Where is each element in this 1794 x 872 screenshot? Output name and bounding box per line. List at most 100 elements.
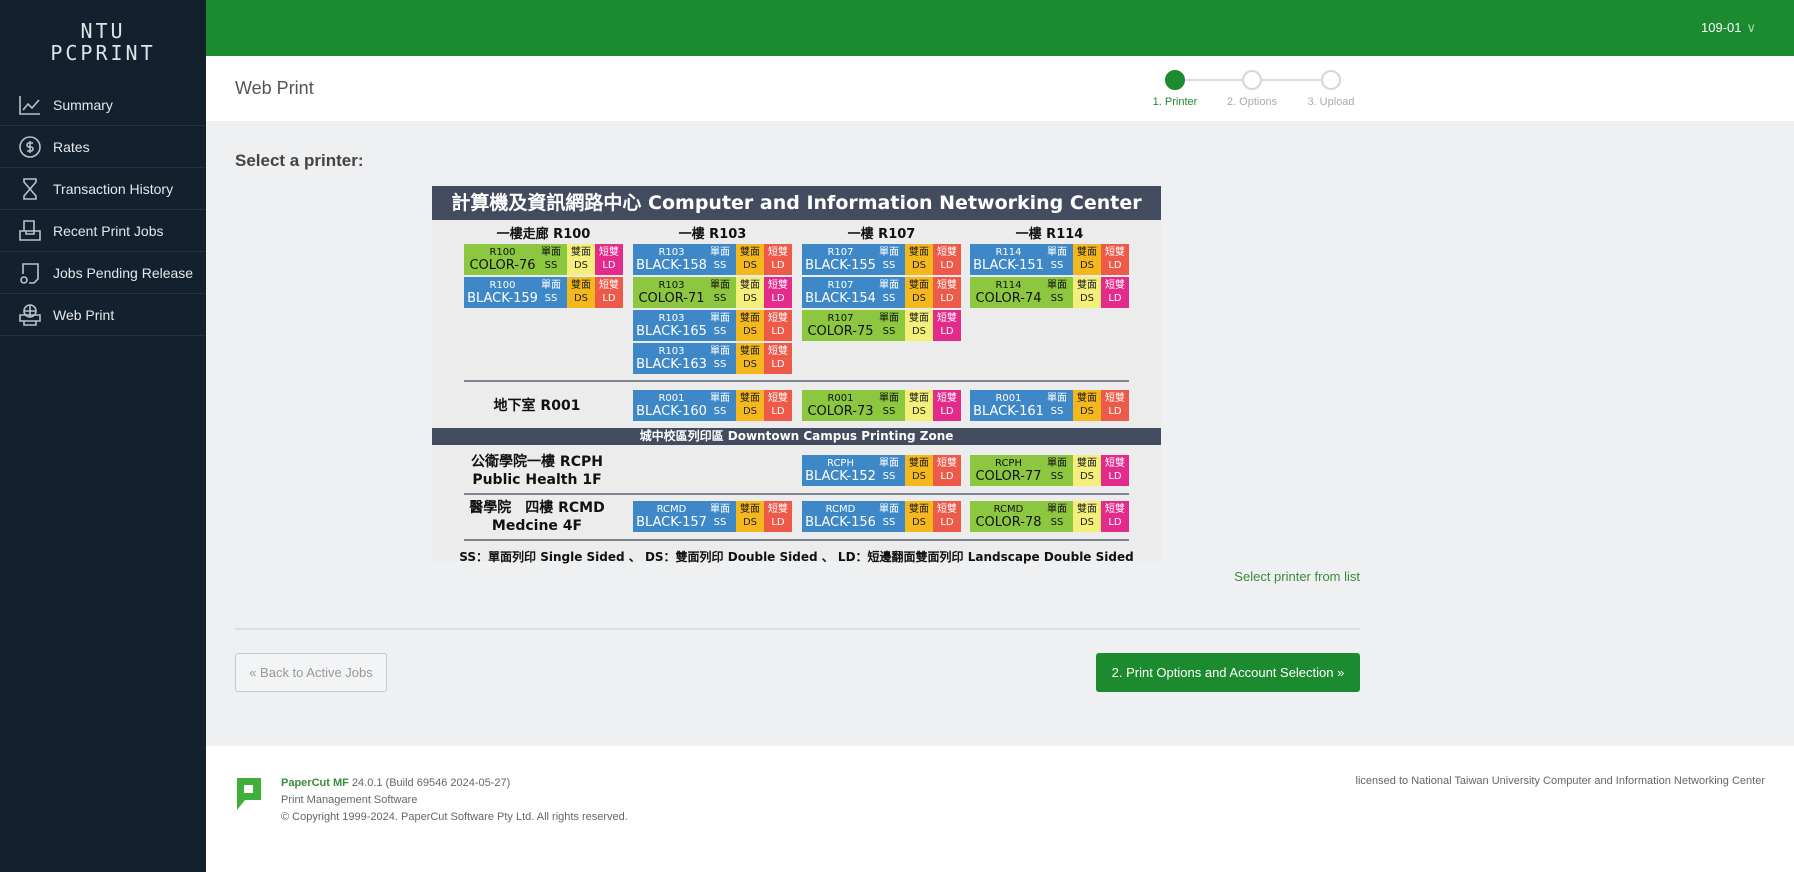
printer-tile-color-71[interactable]: R103 COLOR-71 單面 SS 雙面 DS 短雙 LD (633, 277, 792, 308)
printer-name: RCMD BLACK-157 單面 SS (633, 501, 736, 532)
printer-tile-color-76[interactable]: R100 COLOR-76 單面 SS 雙面 DS 短雙 LD (464, 244, 623, 275)
landscape-double: 短雙 LD (595, 277, 623, 308)
landscape-double: 短雙 LD (764, 390, 792, 421)
page-title: Web Print (235, 78, 314, 98)
printer-name: R103 BLACK-165 單面 SS (633, 310, 736, 341)
landscape-double: 短雙 LD (1101, 244, 1129, 275)
sidebar: NTU PCPRINT Summary Rates Transaction His… (0, 0, 206, 872)
divider (464, 539, 1129, 541)
single-sided: 單面 SS (879, 313, 899, 337)
map-title: 計算機及資訊網路中心 Computer and Information Netw… (432, 186, 1161, 220)
print-options-next-button[interactable]: 2. Print Options and Account Selection » (1096, 653, 1360, 692)
web-printer-icon (19, 303, 41, 326)
single-sided: 單面 SS (879, 458, 899, 482)
double-sided: 雙面 DS (1073, 390, 1101, 421)
double-sided: 雙面 DS (736, 390, 764, 421)
single-sided: 單面 SS (879, 393, 899, 417)
printer-name: R100 BLACK-159 單面 SS (464, 277, 567, 308)
basement-label: 地下室 R001 (493, 398, 581, 414)
printer-name: RCPH COLOR-77 單面 SS (970, 455, 1073, 486)
printer-name: R103 COLOR-71 單面 SS (633, 277, 736, 308)
landscape-double: 短雙 LD (933, 277, 961, 308)
column-header: 一樓 R103 (678, 227, 747, 242)
printer-name: R001 BLACK-161 單面 SS (970, 390, 1073, 421)
step-2-label: 2. Options (1226, 96, 1278, 108)
printer-tile-color-73[interactable]: R001 COLOR-73 單面 SS 雙面 DS 短雙 LD (802, 390, 961, 421)
printer-tile-color-74[interactable]: R114 COLOR-74 單面 SS 雙面 DS 短雙 LD (970, 277, 1129, 308)
printer-name: RCPH BLACK-152 單面 SS (802, 455, 905, 486)
printer-tile-black-161[interactable]: R001 BLACK-161 單面 SS 雙面 DS 短雙 LD (970, 390, 1129, 421)
double-sided: 雙面 DS (1073, 277, 1101, 308)
column-header: 一樓 R107 (847, 227, 916, 242)
sidebar-item-summary[interactable]: Summary (0, 84, 206, 126)
step-2-dot (1242, 70, 1262, 90)
back-to-active-jobs-button[interactable]: « Back to Active Jobs (235, 653, 387, 692)
single-sided: 單面 SS (710, 504, 730, 528)
double-sided: 雙面 DS (1073, 244, 1101, 275)
printer-tile-black-154[interactable]: R107 BLACK-154 單面 SS 雙面 DS 短雙 LD (802, 277, 961, 308)
select-printer-from-list-link[interactable]: Select printer from list (1234, 569, 1360, 584)
printer-name: R107 BLACK-154 單面 SS (802, 277, 905, 308)
document-pending-icon (20, 262, 39, 284)
top-bar: 109-01 ∨ (206, 0, 1794, 56)
printer-tile-black-165[interactable]: R103 BLACK-165 單面 SS 雙面 DS 短雙 LD (633, 310, 792, 341)
printer-tile-color-78[interactable]: RCMD COLOR-78 單面 SS 雙面 DS 短雙 LD (970, 501, 1129, 532)
double-sided: 雙面 DS (736, 310, 764, 341)
printer-tile-black-163[interactable]: R103 BLACK-163 單面 SS 雙面 DS 短雙 LD (633, 343, 792, 374)
single-sided: 單面 SS (710, 393, 730, 417)
printer-tile-black-151[interactable]: R114 BLACK-151 單面 SS 雙面 DS 短雙 LD (970, 244, 1129, 275)
single-sided: 單面 SS (1047, 393, 1067, 417)
hourglass-icon (23, 177, 37, 200)
printer-tile-black-159[interactable]: R100 BLACK-159 單面 SS 雙面 DS 短雙 LD (464, 277, 623, 308)
sidebar-item-transaction-history[interactable]: Transaction History (0, 168, 206, 210)
printer-name: R001 BLACK-160 單面 SS (633, 390, 736, 421)
landscape-double: 短雙 LD (764, 501, 792, 532)
printer-tile-black-160[interactable]: R001 BLACK-160 單面 SS 雙面 DS 短雙 LD (633, 390, 792, 421)
column-header: 一樓 R114 (1015, 227, 1084, 242)
printer-tile-color-75[interactable]: R107 COLOR-75 單面 SS 雙面 DS 短雙 LD (802, 310, 961, 341)
printer-name: RCMD COLOR-78 單面 SS (970, 501, 1073, 532)
printer-tile-black-157[interactable]: RCMD BLACK-157 單面 SS 雙面 DS 短雙 LD (633, 501, 792, 532)
double-sided: 雙面 DS (905, 244, 933, 275)
printer-map: 計算機及資訊網路中心 Computer and Information Netw… (432, 186, 1161, 564)
printer-name: R107 BLACK-155 單面 SS (802, 244, 905, 275)
double-sided: 雙面 DS (905, 310, 933, 341)
printer-tile-black-155[interactable]: R107 BLACK-155 單面 SS 雙面 DS 短雙 LD (802, 244, 961, 275)
printer-name: R100 COLOR-76 單面 SS (464, 244, 567, 275)
landscape-double: 短雙 LD (764, 343, 792, 374)
printer-name: R001 COLOR-73 單面 SS (802, 390, 905, 421)
single-sided: 單面 SS (879, 247, 899, 271)
divider (235, 628, 1360, 630)
printer-tile-black-152[interactable]: RCPH BLACK-152 單面 SS 雙面 DS 短雙 LD (802, 455, 961, 486)
landscape-double: 短雙 LD (1101, 277, 1129, 308)
single-sided: 單面 SS (1047, 247, 1067, 271)
dollar-circle-icon (19, 135, 41, 158)
footer: PaperCut MF 24.0.1 (Build 69546 2024-05-… (206, 746, 1794, 872)
select-printer-heading: Select a printer: (235, 151, 364, 170)
license-text: licensed to National Taiwan University C… (1355, 775, 1765, 787)
user-menu[interactable]: 109-01 ∨ (1701, 20, 1756, 36)
double-sided: 雙面 DS (1073, 501, 1101, 532)
double-sided: 雙面 DS (736, 244, 764, 275)
sidebar-item-jobs-pending-release[interactable]: Jobs Pending Release (0, 252, 206, 294)
printer-tile-color-77[interactable]: RCPH COLOR-77 單面 SS 雙面 DS 短雙 LD (970, 455, 1129, 486)
printer-name: R103 BLACK-163 單面 SS (633, 343, 736, 374)
sidebar-item-web-print[interactable]: Web Print (0, 294, 206, 336)
landscape-double: 短雙 LD (933, 244, 961, 275)
single-sided: 單面 SS (1047, 504, 1067, 528)
sidebar-item-rates[interactable]: Rates (0, 126, 206, 168)
printer-tile-black-158[interactable]: R103 BLACK-158 單面 SS 雙面 DS 短雙 LD (633, 244, 792, 275)
map-legend: SS：單面列印 Single Sided 、 DS：雙面列印 Double Si… (459, 550, 1134, 564)
rcph-label: 公衛學院一樓 RCPH Public Health 1F (471, 454, 603, 488)
double-sided: 雙面 DS (905, 277, 933, 308)
printer-name: R107 COLOR-75 單面 SS (802, 310, 905, 341)
single-sided: 單面 SS (879, 504, 899, 528)
double-sided: 雙面 DS (905, 501, 933, 532)
single-sided: 單面 SS (710, 313, 730, 337)
double-sided: 雙面 DS (905, 455, 933, 486)
ntu-pcprint-logo: NTU PCPRINT (50, 19, 156, 65)
printer-tray-icon (19, 219, 41, 241)
printer-tile-black-156[interactable]: RCMD BLACK-156 單面 SS 雙面 DS 短雙 LD (802, 501, 961, 532)
sidebar-item-recent-print-jobs[interactable]: Recent Print Jobs (0, 210, 206, 252)
printer-name: RCMD BLACK-156 單面 SS (802, 501, 905, 532)
